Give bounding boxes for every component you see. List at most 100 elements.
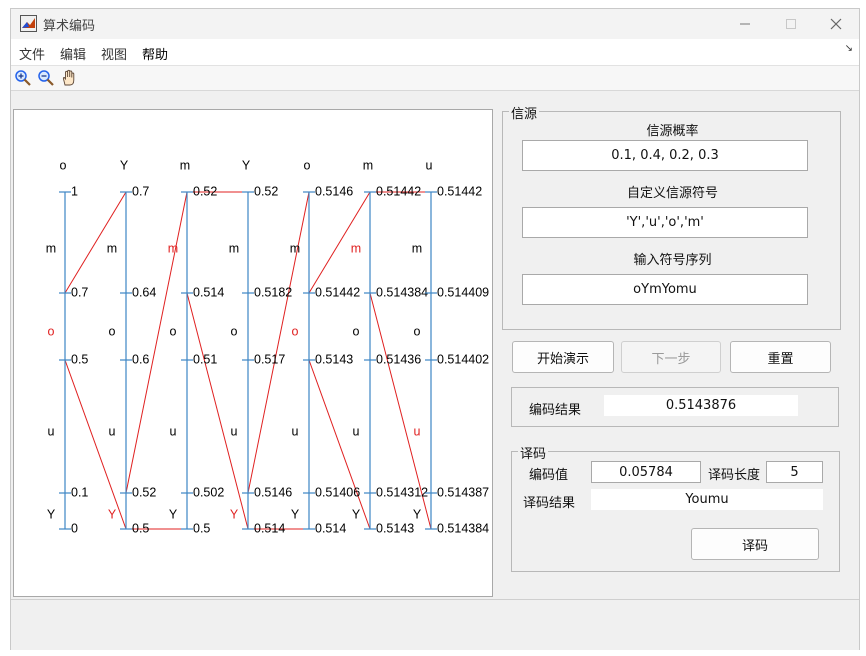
decode-length-label: 译码长度 [708, 468, 761, 483]
tick-label: 0.5143 [315, 352, 353, 366]
menu-edit[interactable]: 编辑 [60, 44, 86, 63]
tick-label: 0.6 [132, 352, 149, 366]
code-value-input[interactable]: 0.05784 [591, 461, 701, 483]
symbol-label: u [353, 424, 360, 438]
symbol-label: m [168, 241, 178, 255]
sequence-symbol: Y [120, 158, 129, 172]
symbol-label: m [107, 241, 117, 255]
tick-label: 0.514384 [376, 285, 428, 299]
decode-result-label: 译码结果 [523, 496, 576, 511]
decode-group: 译码 编码值 0.05784 译码长度 5 译码结果 Youmu 译码 [511, 443, 840, 572]
tick-label: 0.52 [132, 485, 156, 499]
zoom-out-icon[interactable] [37, 69, 55, 87]
symbol-label: Y [291, 507, 300, 521]
menu-view[interactable]: 视图 [101, 44, 127, 63]
symbol-label: m [412, 241, 422, 255]
symbol-label: u [109, 424, 116, 438]
next-step-button[interactable]: 下一步 [621, 341, 721, 373]
sequence-symbol: u [426, 158, 433, 172]
tick-label: 0.5 [193, 521, 210, 535]
app-window: 算术编码 文件 编辑 视图 帮助 ↘ 1 0.7 0.5 0.1 0 o m o… [10, 8, 860, 650]
tick-label: 0.514402 [437, 352, 489, 366]
tick-label: 0.64 [132, 285, 156, 299]
tick-label: 0.502 [193, 485, 224, 499]
start-demo-button[interactable]: 开始演示 [512, 341, 614, 373]
encode-result-label: 编码结果 [529, 403, 582, 418]
tick-label: 0.514 [193, 285, 224, 299]
connector-line-lower [308, 359, 371, 530]
symbol-label: Y [47, 507, 56, 521]
tick-label: 0.51442 [315, 285, 360, 299]
minimize-button[interactable] [726, 13, 764, 35]
zoom-in-icon[interactable] [14, 69, 32, 87]
symbol-label: o [353, 324, 360, 338]
decode-result-value: Youmu [591, 489, 823, 510]
tick-label: 0.51442 [376, 184, 421, 198]
tick-label: 0.5 [71, 352, 88, 366]
tick-label: 0.514 [254, 521, 285, 535]
source-group: 信源 信源概率 0.1, 0.4, 0.2, 0.3 自定义信源符号 'Y','… [502, 103, 841, 330]
source-symbols-label: 自定义信源符号 [626, 186, 718, 201]
pan-hand-icon[interactable] [60, 69, 78, 87]
decode-button[interactable]: 译码 [691, 528, 819, 560]
sequence-symbol: m [363, 158, 373, 172]
tick-label: 0.7 [71, 285, 88, 299]
tick-label: 0.51 [193, 352, 217, 366]
symbol-label: u [292, 424, 299, 438]
symbol-label: u [414, 424, 421, 438]
tick-label: 0.7 [132, 184, 149, 198]
tick-label: 0.52 [254, 184, 278, 198]
encode-result-value: 0.5143876 [604, 395, 798, 416]
decode-group-title: 译码 [518, 443, 549, 462]
tick-label: 0.51442 [437, 184, 482, 198]
code-value-label: 编码值 [529, 468, 569, 483]
menu-bar: 文件 编辑 视图 帮助 ↘ [11, 39, 859, 66]
symbol-label: m [229, 241, 239, 255]
title-bar: 算术编码 [11, 9, 859, 39]
tick-label: 0.514384 [437, 521, 489, 535]
sequence-symbol: Y [242, 158, 251, 172]
tick-label: 0.514387 [437, 485, 489, 499]
reset-button[interactable]: 重置 [730, 341, 831, 373]
menu-file[interactable]: 文件 [19, 44, 45, 63]
symbol-label: Y [169, 507, 178, 521]
sequence-input[interactable]: oYmYomu [522, 274, 808, 305]
symbol-label: u [48, 424, 55, 438]
close-button[interactable] [817, 13, 855, 35]
encoding-plot: 1 0.7 0.5 0.1 0 o m o u Y 0.7 0.64 0.6 0.52 0.5 Ym o u Y 0.… [13, 109, 493, 597]
connector-line-upper [125, 191, 188, 494]
maximize-button[interactable] [772, 13, 810, 35]
source-symbols-input[interactable]: 'Y','u','o','m' [522, 207, 808, 238]
decode-length-input[interactable]: 5 [766, 461, 823, 483]
window-title: 算术编码 [43, 19, 96, 34]
connector-line-lower [64, 359, 127, 530]
matlab-icon [20, 15, 37, 32]
tick-label: 0.5 [132, 521, 149, 535]
tick-label: 0.5146 [315, 184, 353, 198]
symbol-label: Y [413, 507, 422, 521]
minimize-icon [740, 23, 750, 25]
menu-overflow-icon[interactable]: ↘ [845, 43, 853, 54]
tick-label: 0 [71, 521, 78, 535]
encode-result-group: 编码结果 0.5143876 [511, 387, 839, 427]
sequence-symbol: o [60, 158, 67, 172]
symbol-label: Y [108, 507, 117, 521]
sequence-symbol: o [304, 158, 311, 172]
toolbar [11, 66, 859, 91]
symbol-label: Y [352, 507, 361, 521]
interval-diagram: 10.70.50.10omouY0.70.640.60.520.5YmouY0.… [46, 158, 489, 535]
tick-label: 0.51406 [315, 485, 360, 499]
tick-label: 0.514312 [376, 485, 428, 499]
menu-help[interactable]: 帮助 [142, 44, 168, 63]
close-icon [830, 18, 842, 30]
status-bar [11, 599, 859, 650]
source-prob-label: 信源概率 [646, 124, 699, 139]
tick-label: 0.52 [193, 184, 217, 198]
symbol-label: o [414, 324, 421, 338]
symbol-label: o [231, 324, 238, 338]
sequence-label: 输入符号序列 [633, 253, 712, 268]
symbol-label: o [292, 324, 299, 338]
tick-label: 0.51436 [376, 352, 421, 366]
source-prob-input[interactable]: 0.1, 0.4, 0.2, 0.3 [522, 140, 808, 171]
tick-label: 1 [71, 184, 78, 198]
